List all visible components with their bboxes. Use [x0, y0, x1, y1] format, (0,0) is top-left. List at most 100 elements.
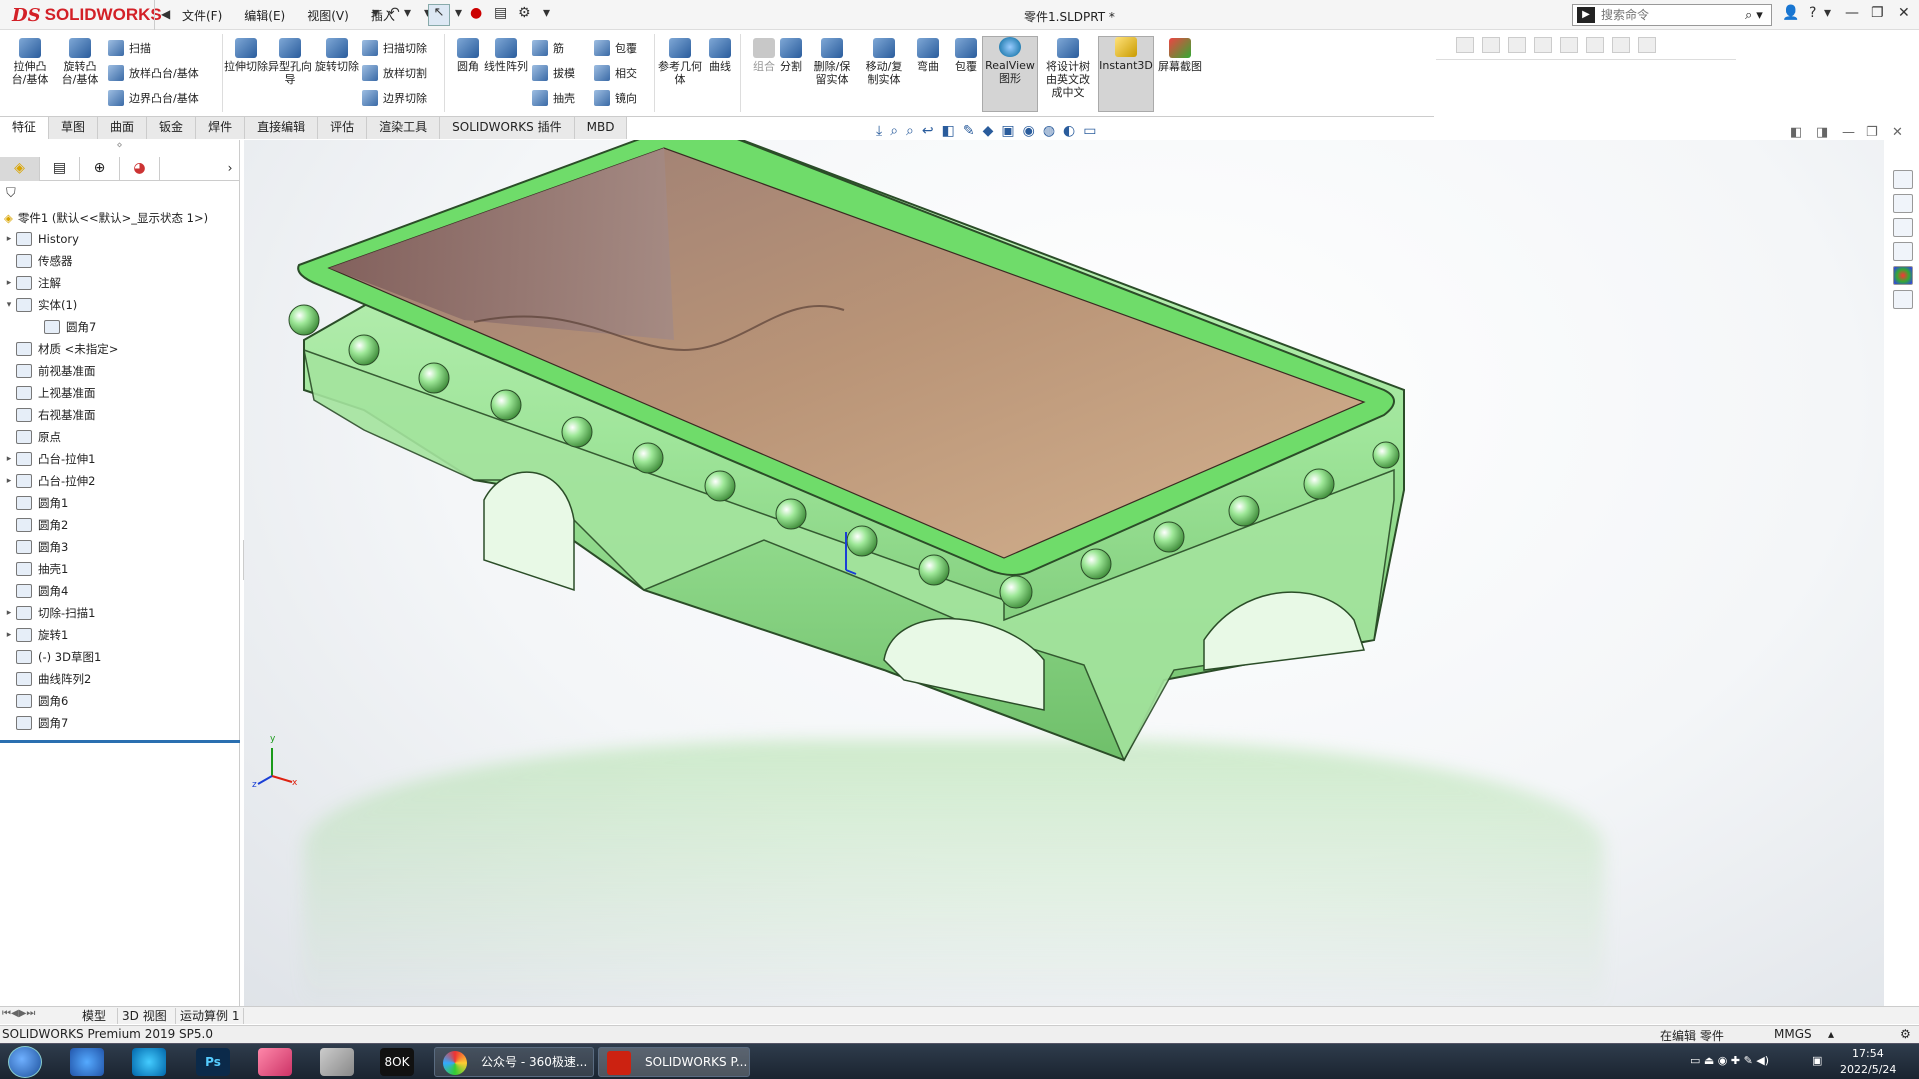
- tab-solidworks-addins[interactable]: SOLIDWORKS 插件: [440, 117, 575, 139]
- split-button[interactable]: 分割: [769, 38, 813, 73]
- intersect-button[interactable]: 相交: [594, 63, 637, 83]
- tab-mbd[interactable]: MBD: [574, 117, 628, 139]
- extruded-boss-button[interactable]: 拉伸凸台/基体: [8, 38, 52, 86]
- tab-features[interactable]: 特征: [0, 117, 50, 139]
- tree-node[interactable]: 圆角7: [0, 712, 240, 734]
- doc-restore-icon[interactable]: ❐: [1866, 125, 1878, 140]
- units-selector[interactable]: MMGS: [1774, 1027, 1812, 1041]
- taskbar-browser-task[interactable]: 公众号 - 360极速...: [434, 1047, 594, 1077]
- clock-date[interactable]: 2022/5/24: [1840, 1063, 1896, 1076]
- options-gear-icon[interactable]: ⚙: [518, 5, 531, 21]
- revolved-boss-button[interactable]: 旋转凸台/基体: [58, 38, 102, 86]
- close-icon[interactable]: ✕: [1898, 5, 1910, 21]
- tree-node[interactable]: 传感器: [0, 250, 240, 272]
- pinned-ok-icon[interactable]: 8OK: [380, 1048, 414, 1076]
- lofted-cut-button[interactable]: 放样切割: [362, 63, 427, 83]
- view-palette-icon[interactable]: [1893, 242, 1913, 261]
- undo-dropdown-icon[interactable]: ▾: [404, 5, 411, 21]
- tree-node[interactable]: 右视基准面: [0, 404, 240, 426]
- graphics-area[interactable]: y x z: [244, 140, 1884, 1010]
- tab-render-tools[interactable]: 渲染工具: [367, 117, 441, 139]
- custom-properties-icon[interactable]: [1893, 290, 1913, 309]
- tray-icons[interactable]: ▭ ⏏ ◉ ✚ ✎ ◀): [1690, 1054, 1769, 1067]
- tree-node[interactable]: ▸ 凸台-拉伸2: [0, 470, 240, 492]
- menu-collapse-icon[interactable]: ◀: [161, 7, 170, 21]
- feature-manager-tab-icon[interactable]: ◈: [0, 157, 40, 181]
- pinned-browser-icon[interactable]: [132, 1048, 166, 1076]
- design-library-icon[interactable]: [1893, 194, 1913, 213]
- start-button[interactable]: [8, 1046, 42, 1078]
- help-dropdown-icon[interactable]: ▾: [1824, 5, 1831, 21]
- search-input[interactable]: [1601, 8, 1741, 22]
- taskbar-solidworks-task[interactable]: SOLIDWORKS P...: [598, 1047, 750, 1077]
- hole-wizard-button[interactable]: 异型孔向导: [268, 38, 312, 86]
- revolved-cut-button[interactable]: 旋转切除: [315, 38, 359, 73]
- pinned-tool-icon[interactable]: [320, 1048, 354, 1076]
- tab-surfaces[interactable]: 曲面: [98, 117, 148, 139]
- linear-pattern-button[interactable]: 线性阵列: [484, 38, 528, 73]
- expand-chevron-icon[interactable]: ▸: [2, 476, 16, 486]
- realview-graphics-toggle[interactable]: RealView图形: [982, 36, 1038, 112]
- pinned-app-icon[interactable]: [70, 1048, 104, 1076]
- instant3d-toggle[interactable]: Instant3D: [1098, 36, 1154, 112]
- options-dropdown-icon[interactable]: ▾: [543, 5, 550, 21]
- rollback-bar[interactable]: [0, 740, 240, 743]
- tab-evaluate[interactable]: 评估: [318, 117, 368, 139]
- action-center-icon[interactable]: ▣: [1812, 1054, 1822, 1067]
- tree-node[interactable]: ▾ 实体(1): [0, 294, 240, 316]
- expand-chevron-icon[interactable]: ▸: [2, 454, 16, 464]
- tree-node[interactable]: 材质 <未指定>: [0, 338, 240, 360]
- tile-left-icon[interactable]: ◧: [1790, 125, 1802, 140]
- extruded-cut-button[interactable]: 拉伸切除: [224, 38, 268, 73]
- menu-view[interactable]: 视图(V): [307, 7, 349, 24]
- appearances-scenes-icon[interactable]: [1893, 266, 1913, 285]
- pinned-photo-icon[interactable]: [258, 1048, 292, 1076]
- file-properties-icon[interactable]: ▤: [494, 5, 507, 21]
- tree-node[interactable]: 圆角6: [0, 690, 240, 712]
- tree-node[interactable]: ▸ History: [0, 228, 240, 250]
- undo-icon[interactable]: ↶: [388, 5, 400, 21]
- move-copy-body-button[interactable]: 移动/复制实体: [862, 38, 906, 86]
- boundary-cut-button[interactable]: 边界切除: [362, 88, 427, 108]
- expand-chevron-icon[interactable]: ▸: [2, 278, 16, 288]
- expand-chevron-icon[interactable]: ▸: [2, 630, 16, 640]
- tree-node[interactable]: 上视基准面: [0, 382, 240, 404]
- photoshop-icon[interactable]: Ps: [196, 1048, 230, 1076]
- tab-sheet-metal[interactable]: 钣金: [147, 117, 197, 139]
- units-dropdown-icon[interactable]: ▴: [1828, 1027, 1834, 1041]
- doc-minimize-icon[interactable]: —: [1842, 125, 1855, 140]
- customize-statusbar-icon[interactable]: ⚙: [1900, 1027, 1911, 1041]
- swept-cut-button[interactable]: 扫描切除: [362, 38, 427, 58]
- select-dropdown-icon[interactable]: ▾: [455, 5, 462, 21]
- display-manager-tab-icon[interactable]: ◕: [120, 157, 160, 181]
- sweep-button[interactable]: 扫描: [108, 38, 151, 58]
- boundary-boss-button[interactable]: 边界凸台/基体: [108, 88, 199, 108]
- panel-grip-icon[interactable]: ⋄: [0, 140, 239, 157]
- tile-right-icon[interactable]: ◨: [1816, 125, 1828, 140]
- tree-node[interactable]: ▸ 旋转1: [0, 624, 240, 646]
- clock-time[interactable]: 17:54: [1852, 1047, 1884, 1060]
- mirror-button[interactable]: 镜向: [594, 88, 637, 108]
- tab-scroll-arrows-icon[interactable]: ⏮◀▶⏭: [2, 1008, 35, 1019]
- expand-chevron-icon[interactable]: ▾: [2, 300, 16, 310]
- solidworks-logo[interactable]: DS SOLIDWORKS: [12, 3, 162, 27]
- menu-edit[interactable]: 编辑(E): [244, 7, 285, 24]
- tree-node[interactable]: ▸ 注解: [0, 272, 240, 294]
- shell-button[interactable]: 抽壳: [532, 88, 575, 108]
- loft-button[interactable]: 放样凸台/基体: [108, 63, 199, 83]
- doc-close-icon[interactable]: ✕: [1892, 125, 1903, 140]
- screen-capture-button[interactable]: 屏幕截图: [1158, 38, 1202, 73]
- tree-node[interactable]: 原点: [0, 426, 240, 448]
- minimize-icon[interactable]: —: [1845, 5, 1859, 21]
- translate-tree-button[interactable]: 将设计树由英文改成中文: [1042, 38, 1094, 99]
- more-tabs-chevron-icon[interactable]: ›: [220, 157, 240, 180]
- select-pointer-icon[interactable]: ↖: [428, 4, 450, 26]
- property-manager-tab-icon[interactable]: ▤: [40, 157, 80, 181]
- filter-icon[interactable]: ⛉: [6, 186, 16, 201]
- rib-button[interactable]: 筋: [532, 38, 564, 58]
- draft-button[interactable]: 拔模: [532, 63, 575, 83]
- tree-node[interactable]: 抽壳1: [0, 558, 240, 580]
- part-model[interactable]: [244, 140, 1884, 1010]
- search-dropdown-icon[interactable]: ▾: [1756, 8, 1763, 23]
- file-explorer-icon[interactable]: [1893, 218, 1913, 237]
